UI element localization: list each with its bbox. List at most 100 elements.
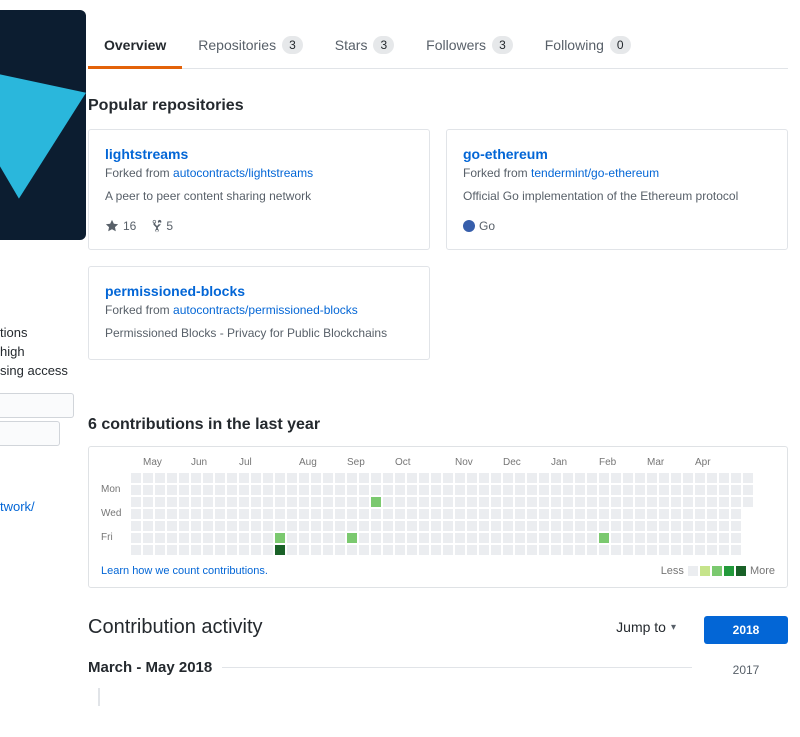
contribution-cell	[263, 472, 273, 483]
repo-link-permissioned-blocks[interactable]: permissioned-blocks	[105, 283, 245, 299]
contribution-cell	[383, 484, 393, 495]
contribution-cell	[335, 532, 345, 543]
contribution-cell	[275, 508, 285, 519]
contribution-cell	[731, 472, 741, 483]
contribution-cell	[287, 472, 297, 483]
contribution-cell	[359, 544, 369, 555]
period-divider-line	[222, 666, 692, 668]
contribution-cell	[659, 532, 669, 543]
contribution-cell	[719, 472, 729, 483]
contribution-cell	[287, 532, 297, 543]
contribution-cell	[251, 496, 261, 507]
contribution-cell	[383, 496, 393, 507]
contribution-cell	[647, 520, 657, 531]
contribution-cell	[623, 532, 633, 543]
contribution-cell	[395, 472, 405, 483]
forks-link[interactable]: 5	[152, 219, 173, 233]
profile-url-link-cropped[interactable]: twork/	[0, 499, 35, 514]
contribution-cell	[179, 520, 189, 531]
contribution-cell	[623, 484, 633, 495]
tab-count-badge: 3	[373, 36, 395, 54]
calendar-day-label: Fri	[101, 531, 113, 543]
contribution-cell	[263, 544, 273, 555]
legend-swatch	[723, 565, 734, 576]
tab-label: Followers	[426, 37, 487, 53]
tab-count-badge: 0	[609, 36, 631, 54]
contribution-cell	[671, 544, 681, 555]
forked-from-label: Forked from	[463, 166, 532, 180]
contribution-cell	[683, 508, 693, 519]
contribution-cell	[287, 520, 297, 531]
repo-link-go-ethereum[interactable]: go-ethereum	[463, 146, 548, 162]
contribution-cell	[707, 496, 717, 507]
legend-swatch	[735, 565, 746, 576]
contribution-cell	[683, 520, 693, 531]
contribution-cell	[551, 520, 561, 531]
contribution-cell	[503, 484, 513, 495]
contribution-cell	[623, 472, 633, 483]
contribution-cell	[443, 520, 453, 531]
tab-repositories[interactable]: Repositories 3	[182, 24, 319, 69]
repo-card-lightstreams: lightstreams Forked from autocontracts/li…	[88, 129, 430, 251]
profile-sidebar: tions high sing access twork/	[0, 0, 88, 713]
contribution-cell	[347, 496, 357, 507]
contribution-cell	[371, 472, 381, 483]
contributions-heading: 6 contributions in the last year	[88, 415, 321, 433]
contribution-cell	[647, 484, 657, 495]
contribution-cell	[191, 472, 201, 483]
profile-main-column: Overview Repositories 3 Stars 3 Followers 3 Fol…	[88, 24, 788, 706]
contribution-cell	[383, 508, 393, 519]
contribution-cell	[719, 508, 729, 519]
repo-link-lightstreams[interactable]: lightstreams	[105, 146, 188, 162]
fork-source-link[interactable]: autocontracts/lightstreams	[173, 166, 313, 180]
contribution-cell	[539, 520, 549, 531]
year-2018[interactable]: 2018	[704, 615, 788, 644]
contribution-cell	[323, 496, 333, 507]
contribution-cell	[587, 532, 597, 543]
contribution-cell	[311, 520, 321, 531]
contribution-activity-section: 2018 2017 Contribution activity Jump to ▾…	[88, 615, 788, 706]
repo-description: Permissioned Blocks - Privacy for Public…	[105, 326, 388, 341]
contribution-cell	[431, 484, 441, 495]
contribution-cell	[299, 508, 309, 519]
contribution-cell	[191, 508, 201, 519]
stargazers-link[interactable]: 16	[105, 219, 136, 233]
contribution-cell	[515, 532, 525, 543]
bio-line-fragment: sing access	[0, 363, 68, 378]
contribution-cell	[407, 532, 417, 543]
contribution-cell	[167, 544, 177, 555]
contribution-cell	[311, 496, 321, 507]
tab-followers[interactable]: Followers 3	[410, 24, 529, 69]
tab-overview[interactable]: Overview	[88, 24, 183, 69]
calendar-month-label: Nov	[455, 456, 473, 468]
fork-source-link[interactable]: autocontracts/permissioned-blocks	[173, 303, 358, 317]
contribution-cell	[407, 472, 417, 483]
contribution-cell	[395, 520, 405, 531]
forked-from-line: Forked from tendermint/go-ethereum	[463, 166, 771, 180]
fork-source-link[interactable]: tendermint/go-ethereum	[531, 166, 659, 180]
contribution-cell	[527, 472, 537, 483]
contribution-cell	[287, 484, 297, 495]
contribution-cell	[275, 532, 285, 543]
contribution-cell	[479, 532, 489, 543]
repo-card-permissioned-blocks: permissioned-blocks Forked from autocontr…	[88, 266, 430, 360]
tab-following[interactable]: Following 0	[529, 24, 647, 69]
tab-stars[interactable]: Stars 3	[319, 24, 410, 69]
sidebar-box-fragment	[0, 421, 60, 446]
calendar-month-label: May	[143, 456, 162, 468]
learn-contributions-link[interactable]: Learn how we count contributions.	[101, 565, 268, 577]
contribution-cell	[635, 472, 645, 483]
contribution-cell	[323, 520, 333, 531]
forked-from-line: Forked from autocontracts/lightstreams	[105, 166, 413, 180]
contribution-cell	[275, 544, 285, 555]
jump-to-button[interactable]: Jump to ▾	[616, 619, 676, 635]
contribution-cell	[227, 484, 237, 495]
contribution-cell	[503, 496, 513, 507]
year-2017[interactable]: 2017	[704, 656, 788, 684]
contribution-cell	[311, 484, 321, 495]
calendar-month-label: Feb	[599, 456, 617, 468]
profile-avatar	[0, 10, 86, 240]
contribution-cell	[479, 472, 489, 483]
tab-label: Stars	[334, 37, 368, 53]
legend-swatch	[711, 565, 722, 576]
